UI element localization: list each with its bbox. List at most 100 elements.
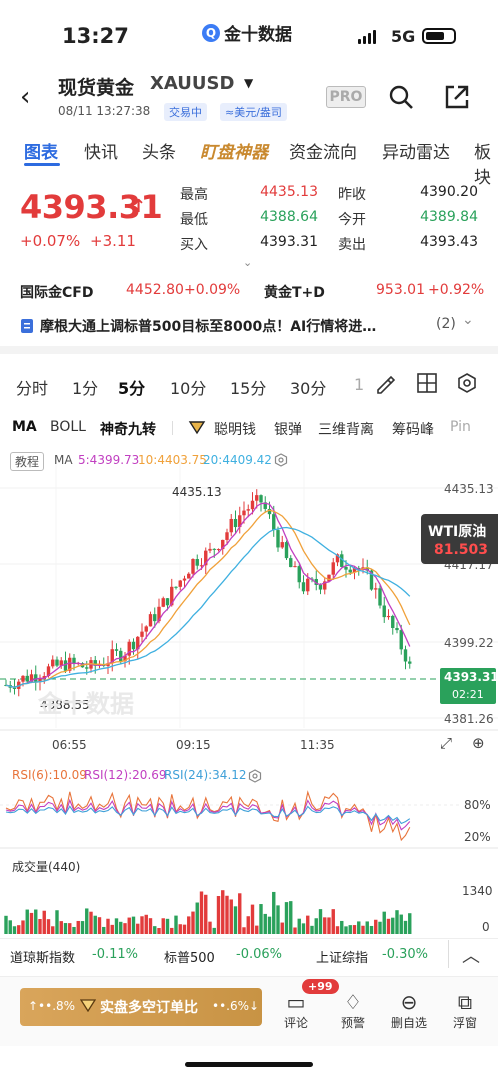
- candle-body: [208, 548, 212, 551]
- bid-value: 4393.31: [260, 234, 318, 250]
- tab-fund-flow[interactable]: 资金流向: [289, 138, 357, 163]
- ticker-name-sp500[interactable]: 标普500: [164, 947, 215, 966]
- volume-bar: [293, 927, 297, 934]
- ticker-name-shcomp[interactable]: 上证综指: [316, 947, 368, 966]
- tutorial-button[interactable]: 教程: [10, 452, 45, 471]
- indicator-divergence[interactable]: 三维背离: [318, 419, 374, 439]
- tab-headlines[interactable]: 头条: [142, 138, 176, 163]
- status-app-indicator[interactable]: Q 金十数据: [202, 20, 292, 45]
- volume-bar: [199, 891, 204, 934]
- related-name-cfd[interactable]: 国际金CFD: [20, 282, 93, 302]
- volume-bar: [310, 925, 314, 934]
- volume-bar: [153, 926, 157, 934]
- rsi12-value: RSI(12):20.69: [84, 768, 167, 782]
- indicator-ma[interactable]: MA: [12, 419, 37, 435]
- tab-radar[interactable]: 异动雷达: [382, 138, 450, 163]
- candle-body: [21, 675, 25, 682]
- period-5m[interactable]: 5分: [118, 375, 145, 399]
- candle-body: [297, 566, 301, 583]
- settings-icon[interactable]: [456, 372, 478, 394]
- open-value: 4389.84: [420, 209, 478, 225]
- battery-icon: [422, 28, 456, 44]
- candle-body: [403, 649, 408, 662]
- ticker-name-dow[interactable]: 道琼斯指数: [10, 947, 75, 966]
- candle-body: [399, 630, 403, 650]
- expand-chevron-icon[interactable]: ⌄: [243, 256, 252, 269]
- indicator-bullet[interactable]: 银弹: [274, 419, 302, 439]
- remove-watchlist-button[interactable]: ⊖ 删自选: [389, 990, 429, 1031]
- news-chevron-down-icon[interactable]: ⌄: [462, 312, 474, 328]
- period-15m[interactable]: 15分: [230, 375, 266, 399]
- volume-bar: [76, 920, 80, 934]
- volume-bar: [8, 920, 12, 934]
- volume-bar: [395, 910, 399, 934]
- comment-button[interactable]: ▭ 评论: [276, 990, 316, 1031]
- candle-body: [408, 661, 412, 664]
- period-30m[interactable]: 30分: [290, 375, 326, 399]
- rsi-panel: [0, 790, 460, 842]
- volume-bar: [403, 920, 408, 934]
- volume-bar: [246, 916, 250, 934]
- float-window-button[interactable]: ⧉ 浮窗: [445, 990, 485, 1031]
- volume-bar: [233, 906, 238, 934]
- period-1m[interactable]: 1分: [72, 375, 98, 399]
- volume-bar: [25, 909, 29, 934]
- indicator-boll[interactable]: BOLL: [50, 419, 86, 435]
- news-headline[interactable]: 摩根大通上调标普500目标至8000点！AI行情将进…: [40, 316, 450, 336]
- volume-bar: [93, 915, 97, 934]
- volume-bar: [4, 915, 8, 934]
- chevron-down-icon[interactable]: ▼: [244, 76, 253, 90]
- ma10-value: 10:4403.75: [138, 453, 207, 467]
- ma-settings-icon[interactable]: [274, 453, 288, 467]
- draw-tool-icon[interactable]: [374, 372, 396, 394]
- symbol-code[interactable]: XAUUSD: [150, 73, 234, 94]
- volume-bar: [331, 909, 335, 934]
- volume-bar: [399, 914, 403, 934]
- volume-bar: [212, 927, 216, 934]
- rsi-settings-icon[interactable]: [248, 769, 262, 783]
- volume-bar: [408, 913, 412, 934]
- volume-bar: [365, 921, 369, 934]
- volume-bar: [225, 895, 229, 934]
- pro-button[interactable]: PRO: [326, 86, 366, 108]
- layout-grid-icon[interactable]: [416, 372, 438, 394]
- trading-status-badge: 交易中: [164, 103, 207, 121]
- volume-bar: [297, 918, 301, 934]
- share-icon[interactable]: [444, 84, 470, 110]
- zoom-icon[interactable]: ⊕: [472, 734, 485, 752]
- x-label-2: 09:15: [176, 738, 211, 752]
- candle-body: [331, 562, 335, 575]
- period-timeshare[interactable]: 分时: [16, 375, 48, 399]
- tab-flash[interactable]: 快讯: [84, 138, 118, 163]
- network-type: 5G: [391, 27, 416, 46]
- high-label: 最高: [180, 187, 208, 203]
- ma-lines: [5, 502, 411, 688]
- indicator-pin[interactable]: Pin: [450, 419, 471, 435]
- candle-body: [272, 514, 276, 531]
- related-name-td[interactable]: 黄金T+D: [264, 282, 325, 302]
- fullscreen-icon[interactable]: ⤢: [440, 734, 452, 752]
- tab-monitor[interactable]: 盯盘神器: [200, 138, 268, 163]
- candle-body: [51, 659, 55, 667]
- current-price-tag-value: 4393.31: [444, 670, 498, 684]
- ask-value: 4393.43: [420, 234, 478, 250]
- indicator-smart-money[interactable]: 聪明钱: [214, 419, 256, 439]
- candle-body: [63, 660, 68, 671]
- search-icon[interactable]: [388, 84, 414, 110]
- indicator-chip-peak[interactable]: 筹码峰: [392, 419, 434, 439]
- period-more[interactable]: 1: [354, 375, 364, 394]
- alert-button[interactable]: ♢ 预警: [333, 990, 373, 1031]
- news-count[interactable]: (2): [436, 316, 456, 332]
- candle-body: [187, 573, 191, 579]
- chevron-up-icon[interactable]: ︿: [462, 942, 480, 968]
- ratio-long: ↑••.8%: [28, 999, 76, 1013]
- indicator-td9[interactable]: 神奇九转: [100, 419, 156, 439]
- y-label-4: 4381.26: [444, 712, 494, 726]
- volume-bar: [165, 918, 170, 934]
- tab-sector[interactable]: 板块: [474, 138, 498, 188]
- volume-bar: [191, 911, 195, 934]
- wti-label: WTI原油: [428, 524, 487, 540]
- period-10m[interactable]: 10分: [170, 375, 206, 399]
- back-icon[interactable]: ‹: [20, 84, 30, 110]
- tab-chart[interactable]: 图表: [24, 138, 58, 163]
